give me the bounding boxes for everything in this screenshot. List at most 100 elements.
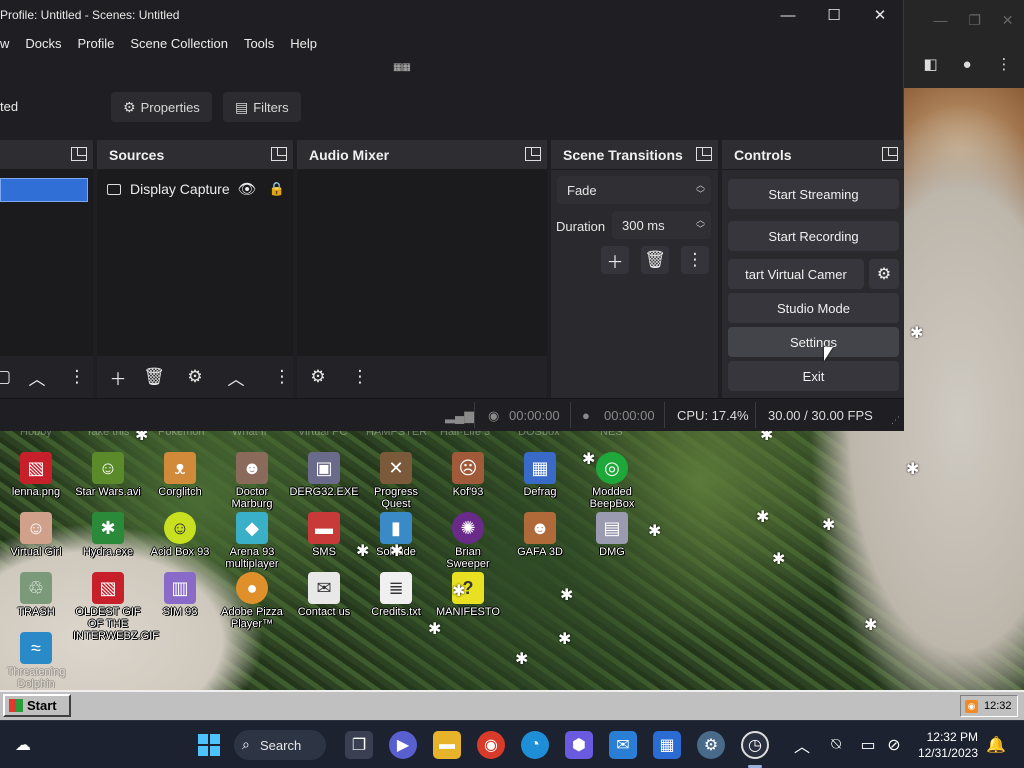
undock-icon[interactable]	[882, 147, 898, 161]
menu-tools[interactable]: Tools	[236, 36, 282, 51]
menu-view[interactable]: w	[0, 36, 17, 51]
desktop-icon-progress-quest[interactable]: ✕ Progress Quest	[361, 452, 431, 510]
close-icon[interactable]: ✕	[1002, 12, 1014, 29]
teams-icon[interactable]: ▶	[389, 731, 417, 759]
advanced-audio-button[interactable]: ⚙	[305, 364, 331, 390]
taskbar-search[interactable]: ⌕ Search	[234, 730, 326, 760]
desktop-icon-manifesto[interactable]: ? MANIFESTO	[433, 572, 503, 618]
menu-scene-collection[interactable]: Scene Collection	[122, 36, 236, 51]
undock-icon[interactable]	[696, 147, 712, 161]
desktop-icon-gafa3d[interactable]: ☻ GAFA 3D	[505, 512, 575, 558]
task-view-icon[interactable]: ❐	[345, 731, 373, 759]
resize-grip-icon[interactable]: ⋰	[891, 415, 900, 426]
desktop-icon-virtual-girl[interactable]: ☺ Virtual Girl	[1, 512, 71, 558]
windows-start-icon[interactable]	[195, 731, 223, 759]
audio-mixer-more-button[interactable]: ⋮	[352, 364, 369, 390]
source-properties-button[interactable]: ⚙	[182, 364, 208, 390]
profile-icon[interactable]: ●	[963, 56, 972, 73]
chevron-up-icon[interactable]: ︿	[792, 731, 812, 759]
lock-icon[interactable]: 🔒	[269, 181, 285, 197]
close-button[interactable]: ✕	[857, 6, 903, 24]
desktop-icon-pizza-player[interactable]: ● Adobe Pizza Player™	[217, 572, 287, 630]
scene-more-button[interactable]: ⋮	[69, 364, 86, 390]
transition-select[interactable]: Fade ︿ ﹀	[557, 176, 711, 204]
filters-button[interactable]: ▤ Filters	[223, 92, 301, 122]
desktop-icon-sim93[interactable]: ▥ SIM 93	[145, 572, 215, 618]
display-icon[interactable]: ▭	[857, 731, 879, 759]
desktop-icon-acid-box[interactable]: ☺ Acid Box 93	[145, 512, 215, 558]
desktop-icon-brian-sweeper[interactable]: ✺ Brian Sweeper	[433, 512, 503, 570]
transition-properties-button[interactable]: ⋮	[681, 246, 709, 274]
exit-button[interactable]: Exit	[728, 361, 899, 391]
desktop-icon-contact-us[interactable]: ✉ Contact us	[289, 572, 359, 618]
add-transition-button[interactable]: ＋	[601, 246, 629, 274]
desktop-icon-corglitch[interactable]: ᴥ Corglitch	[145, 452, 215, 498]
desktop-icon-dmg[interactable]: ▤ DMG	[577, 512, 647, 558]
store-icon[interactable]: ▦	[653, 731, 681, 759]
source-move-up-button[interactable]: ︿	[223, 364, 249, 390]
desktop-icon-derg32[interactable]: ▣ DERG32.EXE	[289, 452, 359, 498]
edge-icon[interactable]: ◔	[521, 731, 549, 759]
remove-source-button[interactable]: 🗑	[141, 364, 167, 390]
scene-move-up-button[interactable]: ︿	[24, 364, 50, 390]
undock-icon[interactable]	[525, 147, 541, 161]
controls-dock-header[interactable]: Controls	[722, 140, 904, 170]
menu-docks[interactable]: Docks	[17, 36, 69, 51]
virtual-camera-settings-button[interactable]: ⚙	[869, 259, 899, 289]
scene-filters-button[interactable]: ▢	[0, 364, 16, 390]
menu-help[interactable]: Help	[282, 36, 325, 51]
taskbar-clock[interactable]: 12:32 PM 12/31/2023	[916, 729, 978, 761]
audio-mixer-dock-header[interactable]: Audio Mixer	[297, 140, 547, 170]
settings-button[interactable]: Settings	[728, 327, 899, 357]
sources-dock-header[interactable]: Sources	[97, 140, 293, 170]
remove-transition-button[interactable]: 🗑	[641, 246, 669, 274]
desktop-icon-credits[interactable]: ≣ Credits.txt	[361, 572, 431, 618]
undock-icon[interactable]	[71, 147, 87, 161]
chrome-icon[interactable]: ◉	[477, 731, 505, 759]
start-virtual-camera-button[interactable]: tart Virtual Camer	[728, 259, 864, 289]
start-recording-button[interactable]: Start Recording	[728, 221, 899, 251]
undock-icon[interactable]	[271, 147, 287, 161]
duration-spinbox[interactable]: 300 ms ︿ ﹀	[612, 211, 711, 239]
more-vertical-icon[interactable]: ⋮	[997, 55, 1012, 73]
rss-icon[interactable]: ◉	[965, 699, 978, 713]
maximize-button[interactable]: ☐	[811, 6, 857, 24]
spin-arrows-icon[interactable]: ︿ ﹀	[696, 216, 705, 234]
add-source-button[interactable]: ＋	[105, 364, 131, 390]
desktop-icon-doctor-marburg[interactable]: ☻ Doctor Marburg	[217, 452, 287, 510]
desktop-icon-star-wars[interactable]: ☺ Star Wars.avi	[73, 452, 143, 498]
file-explorer-icon[interactable]: ▬	[433, 731, 461, 759]
start-streaming-button[interactable]: Start Streaming	[728, 179, 899, 209]
menu-profile[interactable]: Profile	[70, 36, 123, 51]
desktop-icon-dolphin[interactable]: ≈ Threatening Dolphin	[1, 632, 71, 690]
desktop-icon-kof93[interactable]: ☹ Kof'93	[433, 452, 503, 498]
sidebar-icon[interactable]: ◧	[923, 55, 937, 73]
obs-icon[interactable]: ◷	[741, 731, 769, 759]
network-off-icon[interactable]: ⍉	[825, 731, 847, 759]
desktop-icon-arena93[interactable]: ◆ Arena 93 multiplayer	[217, 512, 287, 570]
desktop-icon-hydra[interactable]: ✱ Hydra.exe	[73, 512, 143, 558]
scenes-dock-header[interactable]	[0, 140, 93, 170]
volume-muted-icon[interactable]: ⊘	[884, 731, 904, 759]
title-bar[interactable]: Profile: Untitled - Scenes: Untitled — ☐…	[0, 0, 903, 30]
weather-icon[interactable]: ☁	[8, 731, 38, 759]
desktop-icon-lenna[interactable]: ▧ lenna.png	[1, 452, 71, 498]
desktop-icon-trash[interactable]: ♲ TRASH	[1, 572, 71, 618]
scene-transitions-dock-header[interactable]: Scene Transitions	[551, 140, 718, 170]
studio-mode-button[interactable]: Studio Mode	[728, 293, 899, 323]
preview-splitter[interactable]: ▦▦	[0, 56, 903, 86]
notification-bell-icon[interactable]: 🔔	[985, 731, 1007, 759]
restore-icon[interactable]: ❐	[968, 12, 981, 29]
retro-start-button[interactable]: Start	[3, 694, 71, 717]
source-more-button[interactable]: ⋮	[274, 364, 291, 390]
desktop-icon-defrag[interactable]: ▦ Defrag	[505, 452, 575, 498]
desktop-icon-sms[interactable]: ▬ SMS	[289, 512, 359, 558]
minimize-button[interactable]: —	[765, 7, 811, 24]
source-item[interactable]: Display Capture 👁 🔒	[107, 180, 285, 198]
drag-handle-icon[interactable]: ▦▦	[393, 62, 411, 73]
minimize-icon[interactable]: —	[933, 12, 947, 28]
copilot-icon[interactable]: ⬢	[565, 731, 593, 759]
eye-icon[interactable]: 👁	[238, 180, 257, 198]
settings-gear-icon[interactable]: ⚙	[697, 731, 725, 759]
scene-item-selected[interactable]	[0, 178, 88, 202]
